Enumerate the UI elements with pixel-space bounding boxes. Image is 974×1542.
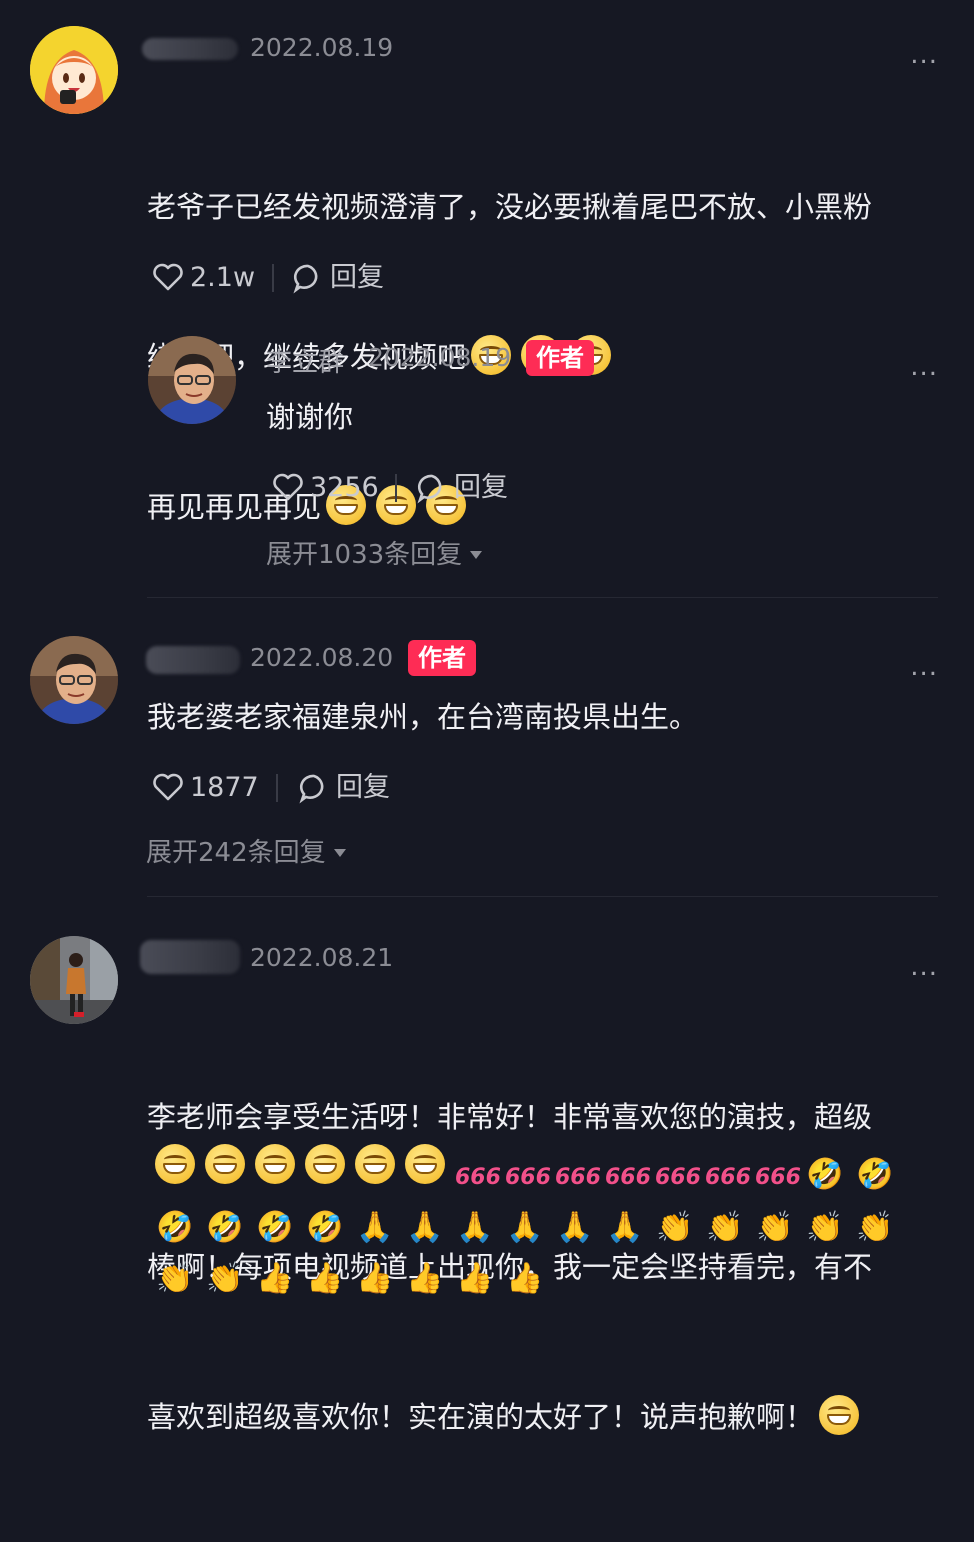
folded-hands-emoji-icon: 🙏: [406, 1210, 444, 1245]
speech-bubble-icon[interactable]: [298, 772, 330, 804]
expand-replies-button[interactable]: 展开1033条回复: [266, 534, 483, 571]
rolling-laughing-emoji-icon: 🤣: [256, 1210, 294, 1245]
more-options-button[interactable]: ...: [910, 352, 938, 382]
folded-hands-emoji-icon: 🙏: [556, 1210, 594, 1245]
rolling-laughing-emoji-icon: 🤣: [156, 1210, 194, 1245]
666-emoji-icon: 666: [555, 1165, 601, 1190]
comment-text-line: 李老师会享受生活呀！非常好！非常喜欢您的演技，超级: [147, 1100, 873, 1134]
grin-emoji-icon: [205, 1144, 245, 1184]
rolling-laughing-emoji-icon: 🤣: [306, 1210, 344, 1245]
grin-emoji-icon: [405, 1144, 445, 1184]
clapping-hands-emoji-icon: 👏: [756, 1210, 794, 1245]
rolling-laughing-emoji-icon: 🤣: [206, 1210, 244, 1245]
man-portrait-avatar-icon: [30, 636, 118, 724]
like-count: 3256: [310, 472, 379, 503]
grin-emoji-icon: [819, 1395, 860, 1435]
emoji-row: 👏 👏 👍 👍 👍 👍 👍 👍: [150, 1249, 950, 1300]
reply-button[interactable]: 回复: [330, 258, 384, 298]
heart-outline-icon[interactable]: [152, 262, 184, 292]
grin-emoji-icon: [355, 1144, 395, 1184]
like-count: 2.1w: [190, 262, 256, 293]
clapping-hands-emoji-icon: 👏: [856, 1210, 894, 1245]
expand-replies-label: 展开1033条回复: [266, 540, 463, 570]
speech-bubble-icon[interactable]: [292, 262, 324, 294]
thumbs-up-emoji-icon: 👍: [506, 1261, 544, 1296]
reply-date: 2022.08.19: [368, 343, 512, 372]
grin-emoji-icon: [255, 1144, 295, 1184]
reply-username[interactable]: 李立群: [266, 342, 344, 379]
emoji-row: 🤣 🤣 🤣 🤣 🙏 🙏 🙏 🙏 🙏 🙏 👏 👏 👏 👏 👏: [150, 1198, 950, 1249]
666-emoji-icon: 666: [655, 1165, 701, 1190]
666-emoji-icon: 666: [455, 1165, 501, 1190]
comment-text: 我老婆老家福建泉州，在台湾南投県出生。: [147, 700, 699, 734]
divider: [395, 474, 397, 502]
comment-item: 2022.08.19 ... 老爷子已经发视频澄清了，没必要揪着尾巴不放、小黑粉…: [0, 0, 974, 600]
comment-text-line: 喜欢到超级喜欢你！实在演的太好了！说声抱歉啊！: [147, 1400, 815, 1434]
666-emoji-icon: 666: [755, 1165, 801, 1190]
thumbs-up-emoji-icon: 👍: [406, 1261, 444, 1296]
clapping-hands-emoji-icon: 👏: [806, 1210, 844, 1245]
more-options-button[interactable]: ...: [910, 40, 938, 70]
avatar[interactable]: [30, 636, 118, 724]
emoji-rows: 666 666 666 666 666 666 666 🤣 🤣 🤣 🤣 🤣 🤣 🙏 🙏 🙏 🙏 🙏 🙏 👏 👏 👏 👏 👏 …: [150, 1144, 950, 1300]
author-badge: 作者: [526, 340, 594, 376]
reply-button[interactable]: 回复: [336, 768, 390, 808]
avatar[interactable]: [148, 336, 236, 424]
comment-date: 2022.08.21: [250, 943, 394, 972]
clapping-hands-emoji-icon: 👏: [156, 1261, 194, 1296]
thumbs-up-emoji-icon: 👍: [456, 1261, 494, 1296]
divider: [276, 774, 278, 802]
clapping-hands-emoji-icon: 👏: [706, 1210, 744, 1245]
heart-outline-icon[interactable]: [152, 772, 184, 802]
666-emoji-icon: 666: [505, 1165, 551, 1190]
expand-replies-label: 展开242条回复: [146, 838, 326, 868]
thumbs-up-emoji-icon: 👍: [356, 1261, 394, 1296]
divider: [147, 597, 938, 598]
folded-hands-emoji-icon: 🙏: [356, 1210, 394, 1245]
folded-hands-emoji-icon: 🙏: [456, 1210, 494, 1245]
author-badge: 作者: [408, 640, 476, 676]
folded-hands-emoji-icon: 🙏: [606, 1210, 644, 1245]
more-options-button[interactable]: ...: [910, 952, 938, 982]
comment-date: 2022.08.20: [250, 643, 394, 672]
username-blurred[interactable]: [140, 940, 240, 974]
chevron-down-icon: [470, 551, 483, 559]
666-emoji-icon: 666: [705, 1165, 751, 1190]
reply-text: 谢谢你: [266, 400, 354, 434]
username-blurred[interactable]: [146, 646, 240, 674]
666-emoji-icon: 666: [605, 1165, 651, 1190]
comment-date: 2022.08.19: [250, 33, 394, 62]
avatar[interactable]: [30, 26, 118, 114]
heart-outline-icon[interactable]: [272, 472, 304, 502]
clapping-hands-emoji-icon: 👏: [206, 1261, 244, 1296]
folded-hands-emoji-icon: 🙏: [506, 1210, 544, 1245]
divider: [272, 264, 274, 292]
street-photo-avatar-icon: [30, 936, 118, 1024]
comment-item: 2022.08.20 作者 ... 我老婆老家福建泉州，在台湾南投県出生。 18…: [0, 600, 974, 900]
rolling-laughing-emoji-icon: 🤣: [806, 1157, 844, 1192]
grin-emoji-icon: [305, 1144, 345, 1184]
username-blurred[interactable]: [142, 38, 238, 60]
chevron-down-icon: [333, 849, 346, 857]
grin-emoji-icon: [155, 1144, 195, 1184]
speech-bubble-icon[interactable]: [416, 472, 448, 504]
man-portrait-avatar-icon: [148, 336, 236, 424]
cartoon-avatar-icon: [30, 26, 118, 114]
clapping-hands-emoji-icon: 👏: [656, 1210, 694, 1245]
avatar[interactable]: [30, 936, 118, 1024]
divider: [147, 896, 938, 897]
comment-item: 2022.08.21 ... 李老师会享受生活呀！非常好！非常喜欢您的演技，超级…: [0, 900, 974, 1435]
emoji-row: 666 666 666 666 666 666 666 🤣 🤣: [150, 1144, 950, 1198]
like-count: 1877: [190, 772, 259, 803]
expand-replies-button[interactable]: 展开242条回复: [146, 832, 346, 869]
rolling-laughing-emoji-icon: 🤣: [856, 1157, 894, 1192]
thumbs-up-emoji-icon: 👍: [256, 1261, 294, 1296]
more-options-button[interactable]: ...: [910, 652, 938, 682]
thumbs-up-emoji-icon: 👍: [306, 1261, 344, 1296]
reply-button[interactable]: 回复: [454, 468, 508, 508]
comment-text-line: 老爷子已经发视频澄清了，没必要揪着尾巴不放、小黑粉: [147, 190, 873, 224]
